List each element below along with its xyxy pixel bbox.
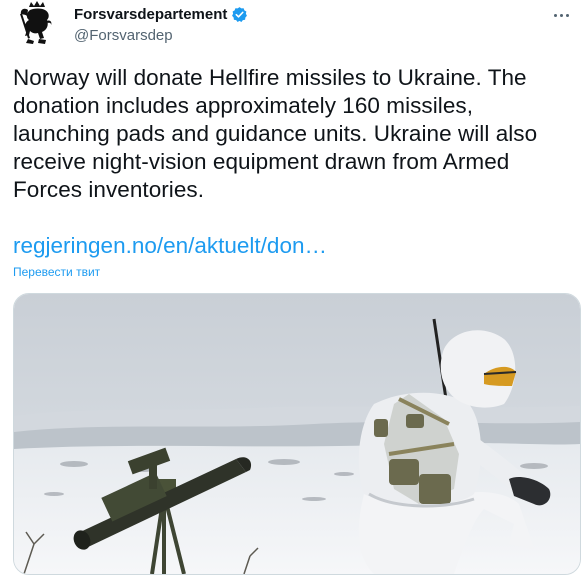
tweet-text: Norway will donate Hellfire missiles to … (13, 65, 538, 202)
verified-badge-icon (232, 7, 248, 23)
translate-tweet-link[interactable]: Перевести твит (13, 265, 100, 279)
article-link[interactable]: regjeringen.no/en/aktuelt/don… (13, 232, 327, 260)
author-avatar[interactable] (16, 0, 58, 46)
tweet-header: Forsvarsdepartement @Forsvarsdep (0, 0, 588, 56)
author-handle[interactable]: @Forsvarsdep (74, 27, 173, 44)
norwegian-lion-coat-of-arms-icon (20, 1, 52, 44)
author-display-name[interactable]: Forsvarsdepartement (74, 6, 227, 23)
more-options-icon[interactable] (548, 2, 574, 28)
photo-image (14, 294, 580, 574)
tweet-photo[interactable] (13, 293, 581, 575)
